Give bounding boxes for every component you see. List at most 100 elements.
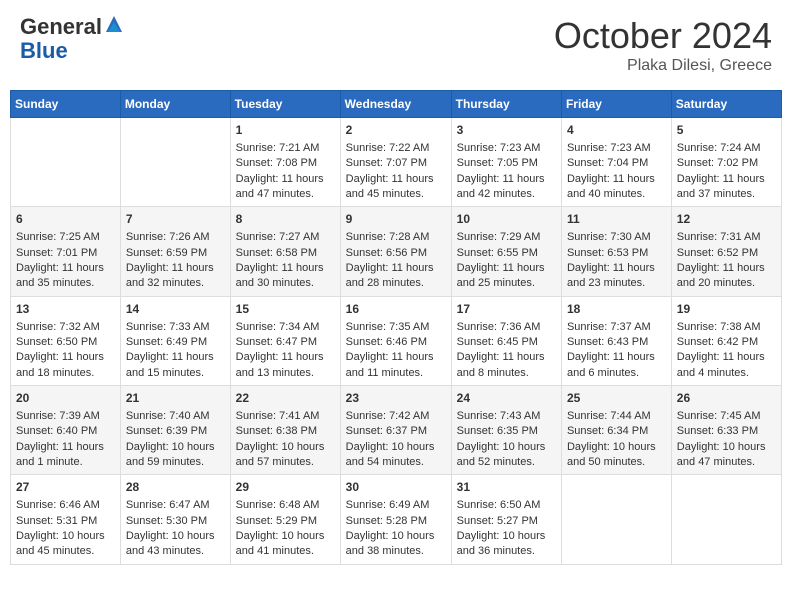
calendar-cell xyxy=(120,118,230,207)
day-info: Sunrise: 6:48 AM xyxy=(236,498,335,513)
day-number: 17 xyxy=(457,301,556,318)
day-info: Sunset: 5:29 PM xyxy=(236,514,335,529)
day-info: Sunrise: 7:26 AM xyxy=(126,230,225,245)
calendar-cell: 3Sunrise: 7:23 AMSunset: 7:05 PMDaylight… xyxy=(451,118,561,207)
day-info: Sunrise: 6:49 AM xyxy=(346,498,446,513)
logo-general: General xyxy=(20,14,102,39)
calendar-title: October 2024 xyxy=(554,15,772,57)
calendar-cell: 2Sunrise: 7:22 AMSunset: 7:07 PMDaylight… xyxy=(340,118,451,207)
calendar-cell: 12Sunrise: 7:31 AMSunset: 6:52 PMDayligh… xyxy=(671,207,781,296)
day-number: 30 xyxy=(346,479,446,496)
day-info: Sunset: 6:49 PM xyxy=(126,335,225,350)
day-info: Sunset: 6:52 PM xyxy=(677,246,776,261)
day-info: Sunset: 5:30 PM xyxy=(126,514,225,529)
day-info: Sunset: 6:40 PM xyxy=(16,424,115,439)
day-info: Sunset: 6:47 PM xyxy=(236,335,335,350)
day-info: Sunset: 6:42 PM xyxy=(677,335,776,350)
day-header-thursday: Thursday xyxy=(451,91,561,118)
day-info: Sunrise: 6:50 AM xyxy=(457,498,556,513)
day-info: Sunrise: 7:25 AM xyxy=(16,230,115,245)
day-info: Daylight: 10 hours and 41 minutes. xyxy=(236,529,335,560)
day-info: Sunrise: 7:28 AM xyxy=(346,230,446,245)
day-number: 31 xyxy=(457,479,556,496)
calendar-cell xyxy=(11,118,121,207)
day-info: Sunrise: 7:38 AM xyxy=(677,320,776,335)
day-header-saturday: Saturday xyxy=(671,91,781,118)
day-number: 10 xyxy=(457,211,556,228)
calendar-cell xyxy=(671,475,781,564)
day-info: Sunrise: 7:40 AM xyxy=(126,409,225,424)
day-info: Sunset: 7:04 PM xyxy=(567,156,666,171)
day-number: 22 xyxy=(236,390,335,407)
day-number: 26 xyxy=(677,390,776,407)
day-number: 28 xyxy=(126,479,225,496)
day-info: Daylight: 11 hours and 20 minutes. xyxy=(677,261,776,292)
calendar-cell: 20Sunrise: 7:39 AMSunset: 6:40 PMDayligh… xyxy=(11,386,121,475)
calendar-cell: 25Sunrise: 7:44 AMSunset: 6:34 PMDayligh… xyxy=(561,386,671,475)
calendar-cell: 19Sunrise: 7:38 AMSunset: 6:42 PMDayligh… xyxy=(671,296,781,385)
day-info: Sunset: 6:35 PM xyxy=(457,424,556,439)
week-row-1: 6Sunrise: 7:25 AMSunset: 7:01 PMDaylight… xyxy=(11,207,782,296)
day-info: Sunset: 6:38 PM xyxy=(236,424,335,439)
day-info: Sunrise: 7:32 AM xyxy=(16,320,115,335)
day-info: Daylight: 11 hours and 40 minutes. xyxy=(567,172,666,203)
calendar-cell xyxy=(561,475,671,564)
day-info: Daylight: 10 hours and 36 minutes. xyxy=(457,529,556,560)
day-info: Sunrise: 7:27 AM xyxy=(236,230,335,245)
calendar-cell: 31Sunrise: 6:50 AMSunset: 5:27 PMDayligh… xyxy=(451,475,561,564)
day-info: Daylight: 10 hours and 52 minutes. xyxy=(457,440,556,471)
calendar-cell: 13Sunrise: 7:32 AMSunset: 6:50 PMDayligh… xyxy=(11,296,121,385)
day-info: Daylight: 11 hours and 47 minutes. xyxy=(236,172,335,203)
day-header-friday: Friday xyxy=(561,91,671,118)
day-info: Daylight: 11 hours and 6 minutes. xyxy=(567,350,666,381)
day-info: Daylight: 10 hours and 50 minutes. xyxy=(567,440,666,471)
day-info: Sunrise: 7:45 AM xyxy=(677,409,776,424)
day-info: Sunrise: 7:31 AM xyxy=(677,230,776,245)
day-info: Daylight: 11 hours and 11 minutes. xyxy=(346,350,446,381)
day-info: Sunrise: 7:35 AM xyxy=(346,320,446,335)
day-info: Daylight: 11 hours and 28 minutes. xyxy=(346,261,446,292)
day-info: Sunrise: 7:30 AM xyxy=(567,230,666,245)
header-row: SundayMondayTuesdayWednesdayThursdayFrid… xyxy=(11,91,782,118)
day-info: Sunrise: 7:39 AM xyxy=(16,409,115,424)
day-info: Sunrise: 7:41 AM xyxy=(236,409,335,424)
day-info: Sunset: 6:45 PM xyxy=(457,335,556,350)
day-info: Sunrise: 7:21 AM xyxy=(236,141,335,156)
calendar-cell: 21Sunrise: 7:40 AMSunset: 6:39 PMDayligh… xyxy=(120,386,230,475)
week-row-2: 13Sunrise: 7:32 AMSunset: 6:50 PMDayligh… xyxy=(11,296,782,385)
calendar-cell: 10Sunrise: 7:29 AMSunset: 6:55 PMDayligh… xyxy=(451,207,561,296)
day-number: 18 xyxy=(567,301,666,318)
day-info: Daylight: 11 hours and 4 minutes. xyxy=(677,350,776,381)
day-info: Daylight: 10 hours and 59 minutes. xyxy=(126,440,225,471)
calendar-cell: 23Sunrise: 7:42 AMSunset: 6:37 PMDayligh… xyxy=(340,386,451,475)
calendar-cell: 18Sunrise: 7:37 AMSunset: 6:43 PMDayligh… xyxy=(561,296,671,385)
day-info: Daylight: 10 hours and 47 minutes. xyxy=(677,440,776,471)
day-info: Daylight: 10 hours and 54 minutes. xyxy=(346,440,446,471)
day-number: 20 xyxy=(16,390,115,407)
calendar-cell: 16Sunrise: 7:35 AMSunset: 6:46 PMDayligh… xyxy=(340,296,451,385)
day-number: 6 xyxy=(16,211,115,228)
calendar-header: SundayMondayTuesdayWednesdayThursdayFrid… xyxy=(11,91,782,118)
title-block: October 2024 Plaka Dilesi, Greece xyxy=(554,15,772,75)
page-header: General Blue October 2024 Plaka Dilesi, … xyxy=(10,10,782,80)
day-info: Sunset: 6:37 PM xyxy=(346,424,446,439)
day-info: Sunset: 5:31 PM xyxy=(16,514,115,529)
calendar-cell: 28Sunrise: 6:47 AMSunset: 5:30 PMDayligh… xyxy=(120,475,230,564)
day-info: Daylight: 11 hours and 37 minutes. xyxy=(677,172,776,203)
day-number: 15 xyxy=(236,301,335,318)
day-number: 7 xyxy=(126,211,225,228)
day-info: Daylight: 11 hours and 15 minutes. xyxy=(126,350,225,381)
calendar-cell: 7Sunrise: 7:26 AMSunset: 6:59 PMDaylight… xyxy=(120,207,230,296)
day-header-tuesday: Tuesday xyxy=(230,91,340,118)
calendar-cell: 5Sunrise: 7:24 AMSunset: 7:02 PMDaylight… xyxy=(671,118,781,207)
day-info: Daylight: 10 hours and 38 minutes. xyxy=(346,529,446,560)
day-info: Sunrise: 7:36 AM xyxy=(457,320,556,335)
day-info: Sunrise: 7:29 AM xyxy=(457,230,556,245)
calendar-cell: 8Sunrise: 7:27 AMSunset: 6:58 PMDaylight… xyxy=(230,207,340,296)
week-row-4: 27Sunrise: 6:46 AMSunset: 5:31 PMDayligh… xyxy=(11,475,782,564)
day-number: 16 xyxy=(346,301,446,318)
calendar-cell: 14Sunrise: 7:33 AMSunset: 6:49 PMDayligh… xyxy=(120,296,230,385)
day-info: Sunset: 6:58 PM xyxy=(236,246,335,261)
calendar-cell: 30Sunrise: 6:49 AMSunset: 5:28 PMDayligh… xyxy=(340,475,451,564)
day-info: Sunrise: 6:47 AM xyxy=(126,498,225,513)
